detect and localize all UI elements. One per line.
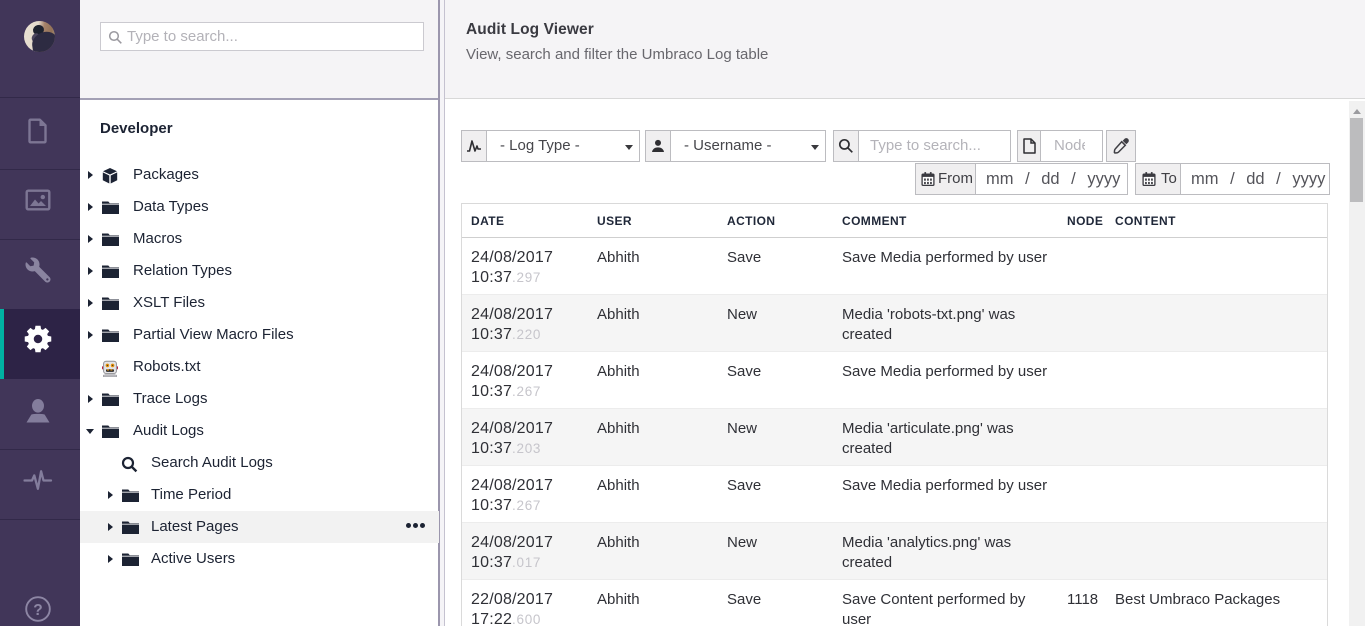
svg-text:?: ? — [33, 602, 42, 619]
